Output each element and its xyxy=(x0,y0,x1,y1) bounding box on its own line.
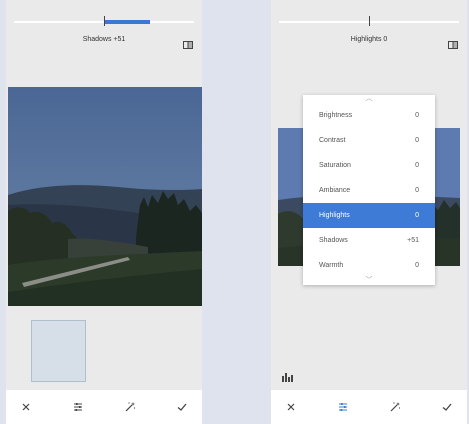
adjustment-label: Shadows +51 xyxy=(82,36,126,43)
compare-icon[interactable] xyxy=(448,36,458,49)
close-icon[interactable] xyxy=(18,399,34,415)
close-icon[interactable] xyxy=(283,399,299,415)
compare-icon[interactable] xyxy=(183,36,193,49)
bottom-toolbar xyxy=(271,390,467,424)
sliders-icon[interactable] xyxy=(335,399,351,415)
menu-scroll-up-icon[interactable]: ︿ xyxy=(303,95,435,103)
adjustment-label: Highlights 0 xyxy=(350,36,388,43)
checkmark-icon[interactable] xyxy=(174,399,190,415)
menu-item-label: Highlights xyxy=(319,212,350,219)
menu-item-warmth[interactable]: Warmth 0 xyxy=(303,253,435,278)
menu-item-label: Brightness xyxy=(319,112,353,119)
menu-item-brightness[interactable]: Brightness 0 xyxy=(303,103,435,128)
menu-item-value: 0 xyxy=(415,137,419,144)
sliders-icon[interactable] xyxy=(70,399,86,415)
menu-item-label: Contrast xyxy=(319,137,346,144)
histogram-icon[interactable] xyxy=(282,369,293,382)
menu-item-value: 0 xyxy=(415,162,419,169)
adjustment-menu: ︿ Brightness 0 Contrast 0 Saturation 0 A… xyxy=(303,95,435,285)
magic-wand-icon[interactable] xyxy=(122,399,138,415)
menu-item-value: 0 xyxy=(415,262,419,269)
slider-center-mark xyxy=(369,16,370,26)
menu-item-label: Ambiance xyxy=(319,187,351,194)
checkmark-icon[interactable] xyxy=(439,399,455,415)
menu-item-value: 0 xyxy=(415,112,419,119)
magic-wand-icon[interactable] xyxy=(387,399,403,415)
menu-item-contrast[interactable]: Contrast 0 xyxy=(303,128,435,153)
menu-item-label: Shadows xyxy=(319,237,348,244)
menu-item-label: Saturation xyxy=(319,162,351,169)
menu-item-highlights[interactable]: Highlights 0 xyxy=(303,203,435,228)
menu-scroll-down-icon[interactable]: ﹀ xyxy=(303,277,435,285)
adjustment-slider[interactable] xyxy=(14,16,194,26)
menu-item-value: 0 xyxy=(415,187,419,194)
photo-preview[interactable] xyxy=(8,87,202,306)
thumbnail-preview[interactable] xyxy=(31,320,86,382)
left-screen: Shadows +51 xyxy=(6,0,202,424)
bottom-toolbar xyxy=(6,390,202,424)
menu-item-ambiance[interactable]: Ambiance 0 xyxy=(303,178,435,203)
menu-item-value: 0 xyxy=(415,212,419,219)
slider-center-mark xyxy=(104,16,105,26)
right-screen: Highlights 0 ︿ Brightness 0 Contrast 0 S… xyxy=(271,0,467,424)
adjustment-slider[interactable] xyxy=(279,16,459,26)
menu-item-label: Warmth xyxy=(319,262,344,269)
menu-item-shadows[interactable]: Shadows +51 xyxy=(303,228,435,253)
menu-item-value: +51 xyxy=(407,237,419,244)
slider-fill xyxy=(104,20,150,24)
menu-item-saturation[interactable]: Saturation 0 xyxy=(303,153,435,178)
